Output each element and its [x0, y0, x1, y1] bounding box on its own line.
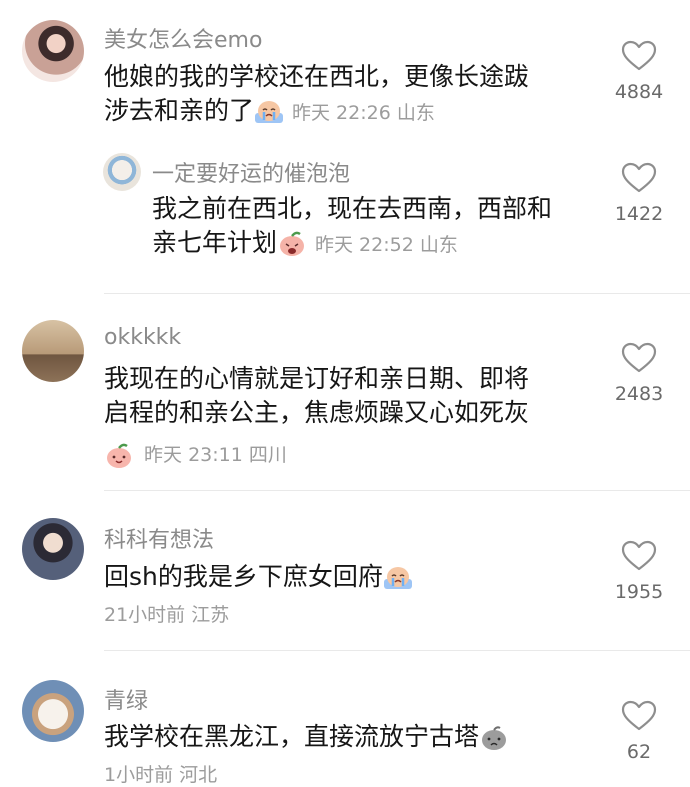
like-count: 62	[626, 741, 652, 763]
comment-time: 昨天 23:11	[144, 444, 243, 466]
crying-face-icon	[255, 101, 284, 123]
peach-sob-icon	[280, 231, 305, 256]
username[interactable]: 青绿	[104, 683, 148, 715]
username[interactable]: 科科有想法	[104, 522, 214, 554]
comment-time: 昨天 22:26	[292, 102, 391, 124]
like-button[interactable]: 4884	[604, 40, 674, 103]
like-button[interactable]: 2483	[604, 342, 674, 405]
comment-location: 山东	[419, 234, 458, 256]
like-button[interactable]: 1955	[604, 540, 674, 603]
avatar[interactable]	[22, 320, 84, 382]
comment-location: 河北	[179, 764, 218, 786]
like-count: 1422	[614, 203, 664, 225]
avatar[interactable]	[103, 153, 141, 191]
divider	[104, 293, 690, 294]
comment-time: 1小时前	[104, 764, 174, 786]
heart-icon[interactable]	[621, 40, 657, 72]
comment-meta: 21小时前 江苏	[104, 600, 235, 627]
like-button[interactable]: 62	[604, 700, 674, 763]
crying-face-icon	[383, 567, 412, 589]
avatar[interactable]	[22, 20, 84, 82]
like-button[interactable]: 1422	[604, 162, 674, 225]
avatar[interactable]	[22, 518, 84, 580]
comment-text: 回sh的我是乡下庶女回府	[104, 560, 584, 594]
like-count: 2483	[614, 383, 664, 405]
heart-icon[interactable]	[621, 700, 657, 732]
comment-text: 我之前在西北，现在去西南，西部和 亲七年计划 昨天 22:52 山东	[152, 194, 553, 257]
avatar[interactable]	[22, 680, 84, 742]
comment-location: 山东	[396, 102, 435, 124]
heart-icon[interactable]	[621, 162, 657, 194]
comment-text: 他娘的我的学校还在西北，更像长途跋 涉去和亲的了 昨天 22:26 山东	[104, 62, 530, 125]
comment-time: 21小时前	[104, 604, 186, 626]
like-count: 1955	[614, 581, 664, 603]
comment-time: 昨天 22:52	[315, 234, 414, 256]
username[interactable]: 美女怎么会emo	[104, 22, 262, 54]
comment-meta: 1小时前 河北	[104, 760, 223, 787]
comment-text: 我现在的心情就是订好和亲日期、即将 启程的和亲公主，焦虑烦躁又心如死灰	[104, 364, 530, 427]
comment-text: 我学校在黑龙江，直接流放宁古塔	[104, 720, 584, 754]
divider	[104, 650, 690, 651]
comment-meta: 昨天 23:11 四川	[104, 440, 293, 469]
divider	[104, 490, 690, 491]
comment-location: 江苏	[191, 604, 230, 626]
peach-smile-icon	[107, 443, 131, 468]
heart-icon[interactable]	[621, 342, 657, 374]
username[interactable]: 一定要好运的催泡泡	[152, 156, 350, 188]
comment-location: 四川	[248, 444, 287, 466]
heart-icon[interactable]	[621, 540, 657, 572]
like-count: 4884	[614, 81, 664, 103]
gray-sad-face-icon	[482, 726, 507, 750]
username[interactable]: okkkkk	[104, 325, 181, 350]
